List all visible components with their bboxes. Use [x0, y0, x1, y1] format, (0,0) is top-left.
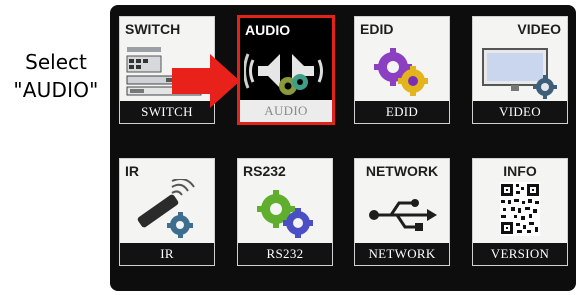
menu-tile-video[interactable]: VIDEO VIDEO	[472, 16, 568, 124]
menu-tile-ir[interactable]: IR IR	[119, 158, 215, 266]
tile-header: AUDIO	[245, 22, 291, 38]
video-monitor-icon	[482, 48, 557, 99]
tile-label: IR	[120, 243, 214, 265]
tile-label: AUDIO	[240, 100, 332, 122]
device-lcd-screen: SWITCH SWITCH AUDIO AUDIO EDID EDID VIDE…	[110, 5, 576, 291]
tile-label: VIDEO	[473, 101, 567, 123]
tile-header: EDID	[360, 21, 394, 37]
instruction-annotation: Select "AUDIO"	[4, 48, 108, 104]
qr-code-icon	[500, 182, 540, 236]
tile-header: SWITCH	[125, 21, 181, 37]
tile-header: INFO	[503, 163, 537, 179]
tile-header: RS232	[243, 163, 286, 179]
tile-header: NETWORK	[365, 163, 439, 179]
edid-gears-icon	[374, 48, 428, 96]
menu-tile-audio[interactable]: AUDIO AUDIO	[237, 15, 335, 125]
tile-label: NETWORK	[355, 243, 449, 265]
rs232-gears-icon	[257, 190, 313, 238]
menu-tile-version[interactable]: INFO VERSION	[472, 158, 568, 266]
ir-remote-icon	[137, 179, 195, 238]
menu-tile-edid[interactable]: EDID EDID	[354, 16, 450, 124]
tile-header: IR	[125, 163, 139, 179]
menu-tile-network[interactable]: NETWORK NETWORK	[354, 158, 450, 266]
pointer-arrow-icon	[172, 54, 240, 108]
menu-tile-rs232[interactable]: RS232 RS232	[237, 158, 333, 266]
tile-header: VIDEO	[517, 21, 561, 37]
annotation-line-2: "AUDIO"	[13, 78, 99, 102]
audio-icon	[244, 53, 323, 95]
tile-label: VERSION	[473, 243, 567, 265]
annotation-line-1: Select	[25, 50, 87, 74]
tile-label: RS232	[238, 243, 332, 265]
usb-network-icon	[369, 199, 437, 231]
tile-label: EDID	[355, 101, 449, 123]
